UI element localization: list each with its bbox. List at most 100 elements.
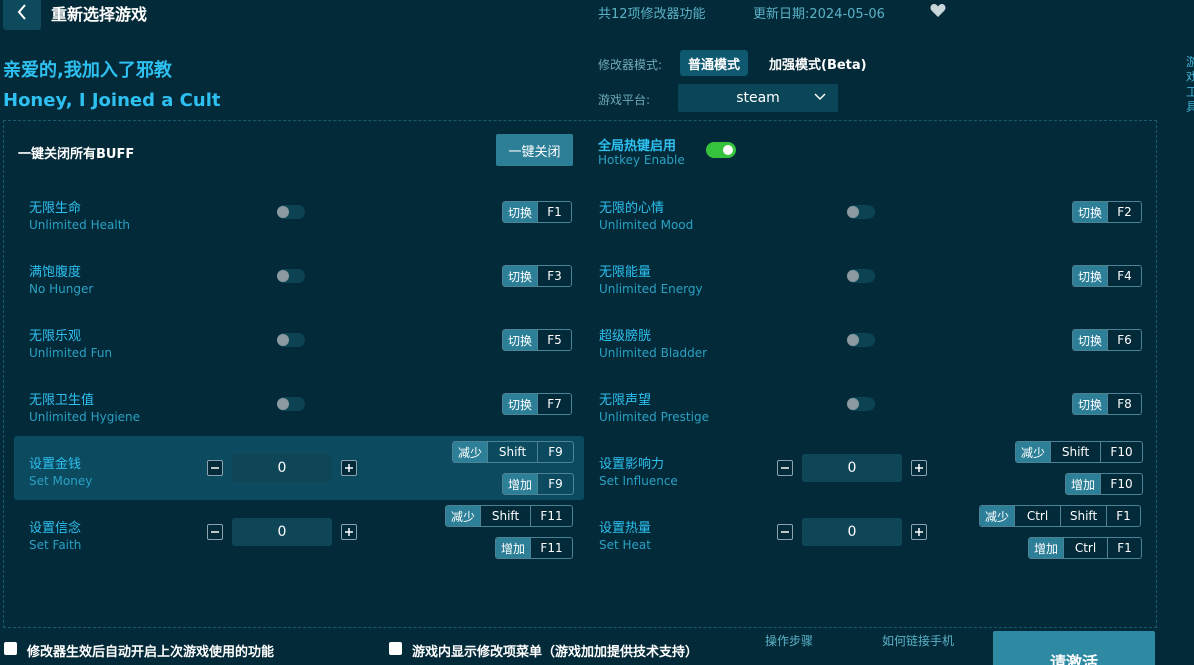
cheat-item: 满饱腹度 No Hunger	[29, 261, 93, 296]
hotkey-key: F4	[1107, 266, 1141, 286]
cheat-item: 超级膀胱 Unlimited Bladder	[599, 325, 707, 360]
hotkey-action: 切换	[1073, 394, 1108, 414]
cheat-name-en: Unlimited Mood	[599, 218, 694, 232]
setter-name-en: Set Heat	[599, 538, 651, 552]
setter-item: 设置热量 Set Heat	[599, 517, 651, 552]
faith-increase-button[interactable]	[341, 524, 357, 540]
hotkey-key: F9	[537, 474, 573, 494]
heat-increase-hotkey[interactable]: 增加 Ctrl F1	[1028, 537, 1143, 559]
platform-select[interactable]: steam	[678, 84, 838, 112]
no-hunger-hotkey[interactable]: 切换 F3	[502, 265, 573, 287]
cheat-name-en: Unlimited Health	[29, 218, 131, 232]
unlimited-bladder-toggle[interactable]	[847, 333, 875, 347]
plus-icon	[345, 464, 353, 472]
faith-increase-hotkey[interactable]: 增加 F11	[495, 537, 574, 559]
hotkey-action: 减少	[980, 506, 1015, 526]
unlimited-mood-toggle[interactable]	[847, 205, 875, 219]
money-increase-button[interactable]	[341, 460, 357, 476]
hotkey-enable-toggle[interactable]	[706, 142, 736, 158]
money-increase-hotkey[interactable]: 增加 F9	[502, 473, 575, 495]
unlimited-energy-hotkey[interactable]: 切换 F4	[1072, 265, 1143, 287]
cheat-name-cn: 无限乐观	[29, 329, 82, 344]
hotkey-key: F7	[537, 394, 571, 414]
cheat-name-en: No Hunger	[29, 282, 94, 296]
unlimited-mood-hotkey[interactable]: 切换 F2	[1072, 201, 1143, 223]
heat-value-input[interactable]	[802, 518, 902, 546]
close-all-button[interactable]: 一键关闭	[496, 134, 573, 166]
unlimited-health-toggle[interactable]	[277, 205, 305, 219]
heat-decrease-hotkey[interactable]: 减少 Ctrl Shift F1	[979, 505, 1142, 527]
unlimited-fun-toggle[interactable]	[277, 333, 305, 347]
money-value-input[interactable]	[232, 454, 332, 482]
money-decrease-button[interactable]	[207, 460, 223, 476]
feature-count: 共12项修改器功能	[598, 7, 706, 22]
normal-mode-button[interactable]: 普通模式	[680, 50, 749, 76]
cheat-panel	[3, 120, 1157, 628]
heat-decrease-button[interactable]	[777, 524, 793, 540]
hotkey-key: F3	[537, 266, 571, 286]
cheat-item: 无限乐观 Unlimited Fun	[29, 325, 112, 360]
hotkey-key: F10	[1100, 442, 1142, 462]
hotkey-key: F1	[1107, 538, 1141, 558]
influence-increase-button[interactable]	[911, 460, 927, 476]
hotkey-enable-en: Hotkey Enable	[598, 153, 685, 167]
cheat-name-cn: 无限卫生值	[29, 393, 95, 408]
cheat-name-en: Unlimited Fun	[29, 346, 113, 360]
hotkey-action: 切换	[503, 202, 538, 222]
influence-increase-hotkey[interactable]: 增加 F10	[1065, 473, 1144, 495]
hotkey-key: F9	[537, 442, 573, 462]
auto-enable-label: 修改器生效后自动开启上次游戏使用的功能	[27, 645, 275, 660]
side-label: 游戏工具	[1186, 55, 1194, 114]
favorite-heart-icon[interactable]	[930, 3, 946, 22]
back-button[interactable]	[3, 0, 41, 30]
cheat-name-cn: 超级膀胱	[599, 329, 652, 344]
faith-decrease-button[interactable]	[207, 524, 223, 540]
cheat-item: 无限生命 Unlimited Health	[29, 197, 130, 232]
cheat-item: 无限能量 Unlimited Energy	[599, 261, 703, 296]
hotkey-key: Shift	[1060, 506, 1106, 526]
chevron-down-icon	[814, 93, 826, 101]
enhanced-mode-button[interactable]: 加强模式(Beta)	[761, 50, 875, 76]
influence-value-input[interactable]	[802, 454, 902, 482]
setter-item: 设置信念 Set Faith	[29, 517, 81, 552]
unlimited-fun-hotkey[interactable]: 切换 F5	[502, 329, 573, 351]
hotkey-key: F1	[537, 202, 571, 222]
activate-button[interactable]: 请激活	[993, 631, 1155, 665]
money-decrease-hotkey[interactable]: 减少 Shift F9	[452, 441, 575, 463]
hotkey-action: 切换	[503, 330, 538, 350]
hotkey-key: F8	[1107, 394, 1141, 414]
faith-value-input[interactable]	[232, 518, 332, 546]
chevron-left-icon	[17, 4, 26, 20]
unlimited-hygiene-toggle[interactable]	[277, 397, 305, 411]
steps-link[interactable]: 操作步骤	[765, 632, 813, 649]
minus-icon	[211, 531, 219, 533]
no-hunger-toggle[interactable]	[277, 269, 305, 283]
hotkey-action: 增加	[496, 538, 531, 558]
setter-name-cn: 设置影响力	[599, 457, 665, 472]
hotkey-key: F11	[530, 506, 572, 526]
hotkey-key: Shift	[1050, 442, 1100, 462]
unlimited-prestige-hotkey[interactable]: 切换 F8	[1072, 393, 1143, 415]
phone-link[interactable]: 如何链接手机	[882, 632, 954, 649]
influence-decrease-hotkey[interactable]: 减少 Shift F10	[1015, 441, 1144, 463]
unlimited-health-hotkey[interactable]: 切换 F1	[502, 201, 573, 223]
unlimited-prestige-toggle[interactable]	[847, 397, 875, 411]
setter-name-cn: 设置信念	[29, 521, 82, 536]
minus-icon	[211, 467, 219, 469]
hotkey-action: 减少	[1016, 442, 1051, 462]
unlimited-hygiene-hotkey[interactable]: 切换 F7	[502, 393, 573, 415]
setter-name-cn: 设置金钱	[29, 457, 82, 472]
ingame-menu-checkbox[interactable]	[389, 642, 402, 655]
auto-enable-checkbox[interactable]	[4, 642, 17, 655]
faith-decrease-hotkey[interactable]: 减少 Shift F11	[445, 505, 574, 527]
ingame-menu-label: 游戏内显示修改项菜单（游戏加加提供技术支持）	[412, 645, 699, 660]
hotkey-action: 减少	[446, 506, 481, 526]
hotkey-action: 切换	[1073, 266, 1108, 286]
plus-icon	[915, 528, 923, 536]
heat-increase-button[interactable]	[911, 524, 927, 540]
hotkey-key: F5	[537, 330, 571, 350]
platform-label: 游戏平台:	[598, 93, 651, 107]
unlimited-bladder-hotkey[interactable]: 切换 F6	[1072, 329, 1143, 351]
influence-decrease-button[interactable]	[777, 460, 793, 476]
unlimited-energy-toggle[interactable]	[847, 269, 875, 283]
